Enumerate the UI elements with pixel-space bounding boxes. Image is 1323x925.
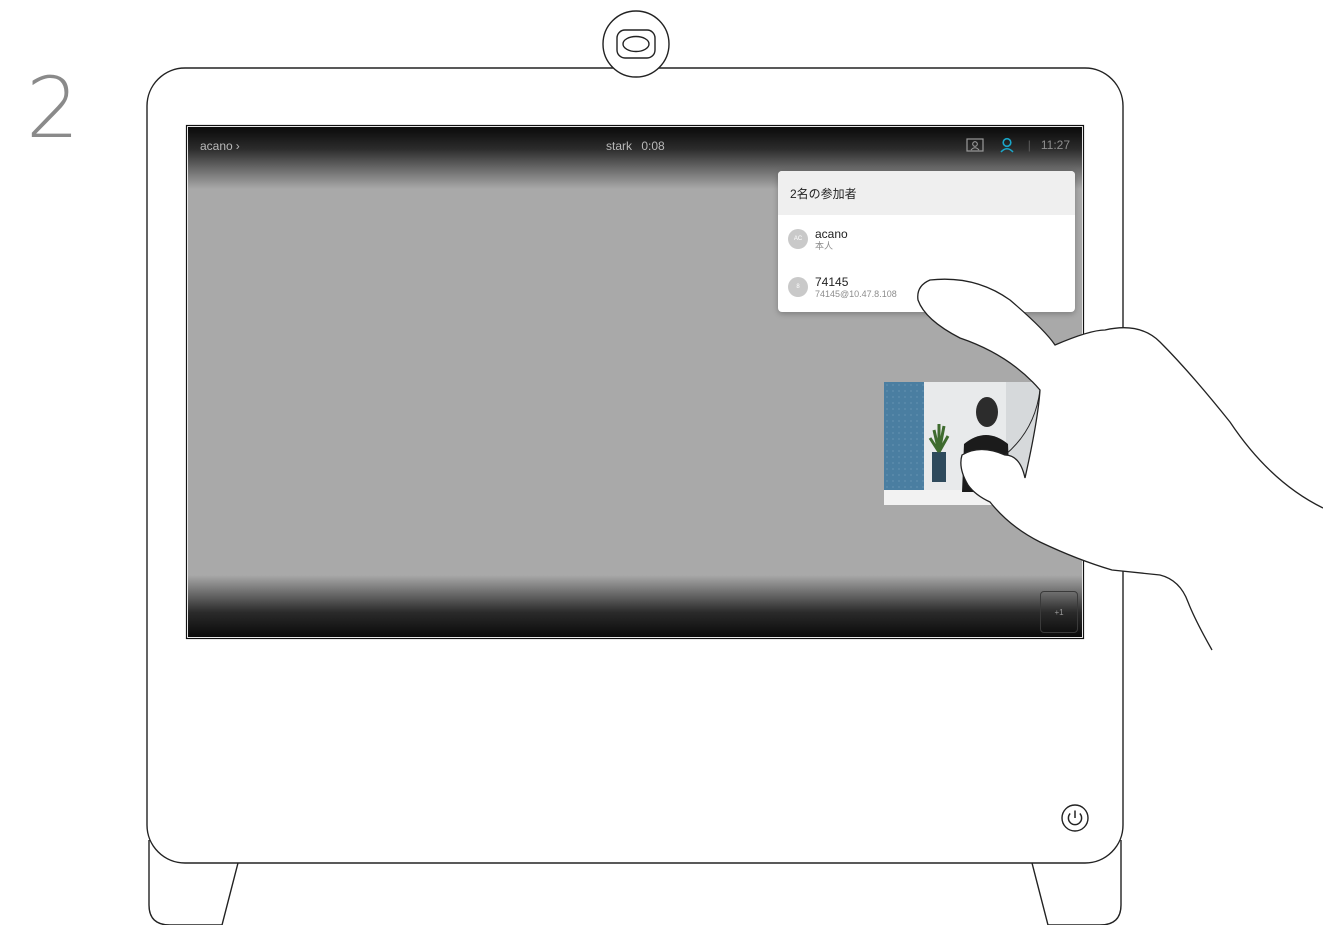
avatar: AC xyxy=(788,229,808,249)
chevron-right-icon: › xyxy=(235,139,240,153)
avatar: 8 xyxy=(788,277,808,297)
status-divider: | xyxy=(1027,138,1031,152)
participant-subtitle: 本人 xyxy=(815,240,834,251)
clock: 11:27 xyxy=(1040,138,1070,152)
layout-icon[interactable] xyxy=(964,136,986,154)
call-name-label: acano xyxy=(200,139,233,153)
screen: acano › stark 0:08 | 11:27 2名の参加者 AC aca… xyxy=(188,127,1082,637)
participant-subtitle: 74145@10.47.8.108 xyxy=(815,288,897,299)
participant-row[interactable]: AC acano 本人 xyxy=(778,215,1075,263)
power-icon[interactable] xyxy=(1060,803,1090,833)
overflow-badge[interactable]: +1 xyxy=(1040,591,1078,633)
participant-row[interactable]: 8 74145 74145@10.47.8.108 xyxy=(778,263,1075,311)
self-view[interactable] xyxy=(884,382,1045,505)
participant-name: 74145 xyxy=(815,274,849,289)
bottom-bar xyxy=(188,575,1082,637)
call-title-name: stark xyxy=(606,139,633,153)
participant-name: acano xyxy=(815,226,848,241)
camera-icon xyxy=(602,10,670,78)
call-duration: 0:08 xyxy=(641,139,665,153)
participants-header: 2名の参加者 xyxy=(778,171,1075,215)
status-area: | 11:27 xyxy=(964,136,1070,154)
call-title: stark 0:08 xyxy=(606,139,665,153)
participants-panel: 2名の参加者 AC acano 本人 8 74145 74145@10.47.8… xyxy=(778,171,1075,312)
call-name-button[interactable]: acano › xyxy=(200,139,240,153)
self-view-image xyxy=(884,382,1045,505)
participants-icon[interactable] xyxy=(996,136,1018,154)
